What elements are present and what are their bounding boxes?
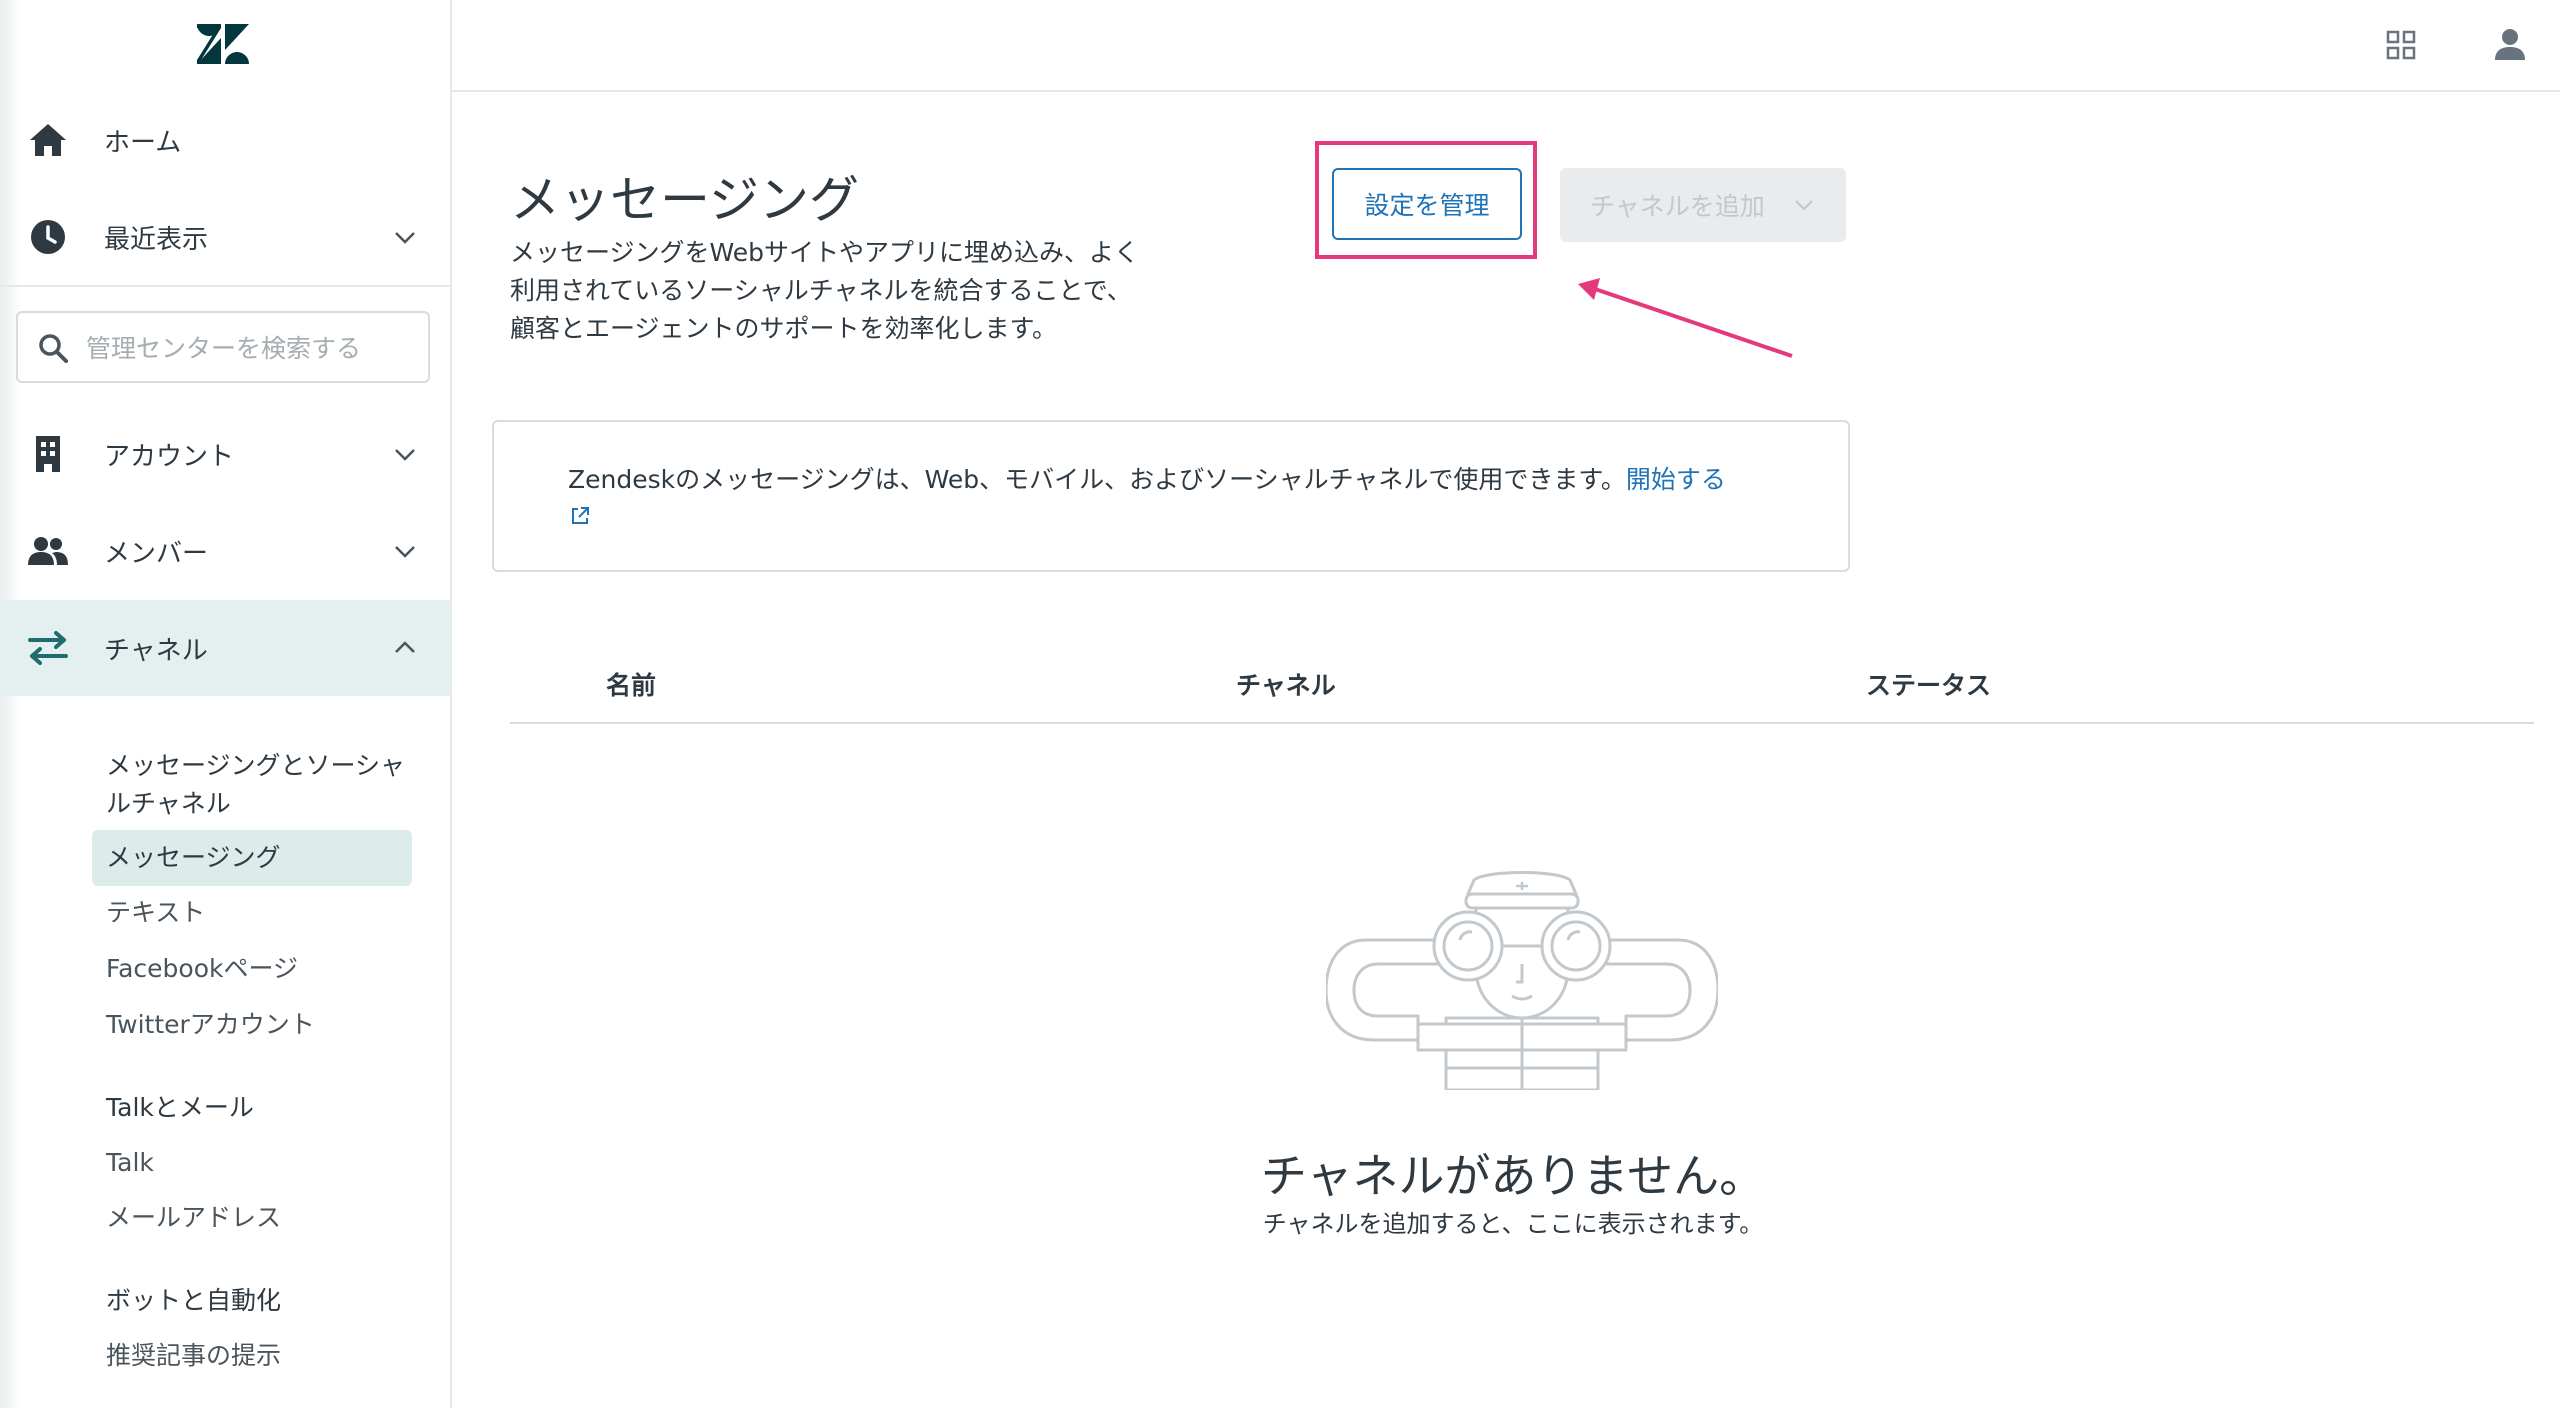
- nav-account-label: アカウント: [104, 441, 235, 472]
- sub-facebook[interactable]: Facebookページ: [92, 950, 412, 988]
- column-status[interactable]: ステータス: [1866, 666, 1991, 702]
- empty-state-illustration: [1326, 871, 1718, 1090]
- nav-members[interactable]: メンバー: [0, 503, 450, 599]
- manage-settings-button[interactable]: 設定を管理: [1332, 168, 1522, 240]
- arrows-icon: [28, 631, 68, 665]
- chevron-up-icon[interactable]: [391, 634, 419, 662]
- search-input[interactable]: [84, 327, 418, 369]
- column-name[interactable]: 名前: [606, 666, 656, 702]
- empty-state-title: チャネルがありません。: [1260, 1149, 1766, 1203]
- get-started-link[interactable]: 開始する: [1626, 465, 1726, 494]
- sub-twitter[interactable]: Twitterアカウント: [92, 1006, 412, 1044]
- sub-bots-head: ボットと自動化: [106, 1286, 282, 1315]
- home-icon: [30, 124, 66, 156]
- app: ホーム 最近表示 管理センターを検索する アカウント メンバー チャネル メッセ…: [0, 0, 2560, 1408]
- nav-recent-label: 最近表示: [104, 224, 209, 255]
- sub-talk-email-head: Talkとメール: [106, 1093, 254, 1122]
- admin-search[interactable]: [16, 311, 430, 383]
- nav-home[interactable]: ホーム: [0, 92, 450, 188]
- add-channel-button[interactable]: チャネルを追加: [1560, 168, 1846, 242]
- sub-suggested[interactable]: 推奨記事の提示: [92, 1337, 412, 1375]
- sub-text[interactable]: テキスト: [92, 894, 412, 932]
- page-title: メッセージング: [510, 171, 859, 229]
- info-text: Zendeskのメッセージングは、Web、モバイル、およびソーシャルチャネルで使…: [568, 460, 1726, 496]
- search-icon: [39, 334, 68, 363]
- chevron-down-icon: [1795, 200, 1813, 211]
- page-description: メッセージングをWebサイトやアプリに埋め込み、よく利用されているソーシャルチャ…: [510, 238, 1140, 343]
- add-channel-label: チャネルを追加: [1590, 192, 1765, 221]
- nav-recent[interactable]: 最近表示: [0, 189, 450, 285]
- user-icon[interactable]: [2492, 26, 2528, 62]
- chevron-down-icon[interactable]: [391, 223, 419, 251]
- nav-members-label: メンバー: [104, 538, 209, 569]
- nav-account[interactable]: アカウント: [0, 406, 450, 502]
- empty-state-subtitle: チャネルを追加すると、ここに表示されます。: [1262, 1210, 1764, 1238]
- sidebar: ホーム 最近表示 管理センターを検索する アカウント メンバー チャネル メッセ…: [0, 0, 452, 1408]
- info-callout: Zendeskのメッセージングは、Web、モバイル、およびソーシャルチャネルで使…: [492, 420, 1850, 572]
- external-link-icon[interactable]: [568, 504, 592, 528]
- nav-channels[interactable]: チャネル: [0, 600, 450, 696]
- apps-grid-icon[interactable]: [2386, 30, 2416, 60]
- sidebar-divider: [0, 285, 450, 287]
- sub-messaging-social[interactable]: メッセージングとソーシャルチャネル: [106, 747, 426, 823]
- chevron-down-icon[interactable]: [391, 537, 419, 565]
- chevron-down-icon[interactable]: [391, 440, 419, 468]
- building-icon: [36, 436, 60, 472]
- sub-messaging[interactable]: メッセージング: [92, 830, 412, 886]
- people-icon: [28, 537, 68, 565]
- nav-home-label: ホーム: [104, 127, 182, 158]
- table-header: 名前 チャネル ステータス: [510, 660, 2534, 724]
- info-message: Zendeskのメッセージングは、Web、モバイル、およびソーシャルチャネルで使…: [568, 465, 1626, 494]
- sub-talk[interactable]: Talk: [92, 1144, 412, 1182]
- topbar: [452, 0, 2560, 92]
- sub-email[interactable]: メールアドレス: [92, 1199, 412, 1237]
- zendesk-logo[interactable]: [197, 24, 249, 64]
- nav-channels-label: チャネル: [104, 635, 208, 666]
- column-channel[interactable]: チャネル: [1236, 666, 1336, 702]
- annotation-arrow: [1578, 278, 1793, 358]
- clock-icon: [31, 220, 65, 254]
